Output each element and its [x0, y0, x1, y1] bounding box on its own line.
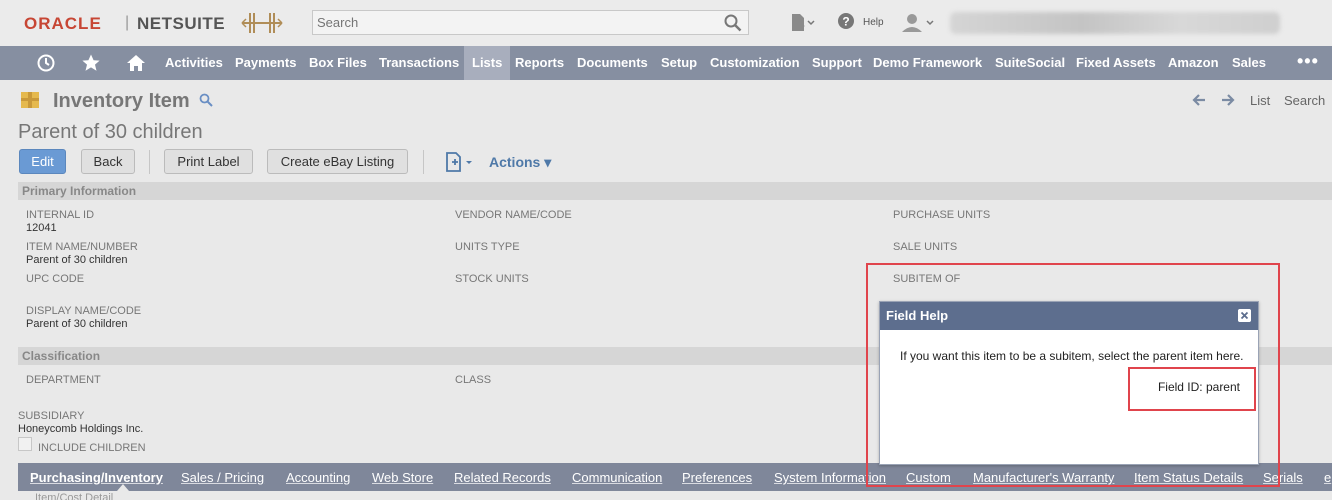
- oracle-logo[interactable]: ORACLE: [24, 14, 102, 34]
- nav-support[interactable]: Support: [812, 46, 862, 80]
- internal-id-label: INTERNAL ID: [26, 209, 95, 221]
- create-ebay-listing-button[interactable]: Create eBay Listing: [267, 149, 408, 174]
- display-name-label: DISPLAY NAME/CODE: [26, 305, 142, 317]
- logo-separator: |: [125, 14, 130, 31]
- subsidiary-label: SUBSIDIARY: [18, 410, 85, 422]
- highlight-box-field-id: [1128, 367, 1256, 411]
- nav-documents[interactable]: Documents: [577, 46, 648, 80]
- nav-amazon[interactable]: Amazon: [1168, 46, 1219, 80]
- section-primary-information[interactable]: Primary Information: [18, 182, 1332, 200]
- favorites-star-icon[interactable]: [81, 53, 101, 73]
- tab-preferences[interactable]: Preferences: [682, 470, 752, 485]
- nav-reports[interactable]: Reports: [515, 46, 564, 80]
- class-label: CLASS: [455, 374, 492, 386]
- units-type-label: UNITS TYPE: [455, 241, 520, 253]
- nav-box-files[interactable]: Box Files: [309, 46, 367, 80]
- vendor-name-label: VENDOR NAME/CODE: [455, 209, 572, 221]
- tab-accounting[interactable]: Accounting: [286, 470, 350, 485]
- nav-customization[interactable]: Customization: [710, 46, 800, 80]
- main-nav: Activities Payments Box Files Transactio…: [0, 46, 1332, 80]
- item-name-value: Parent of 30 children: [26, 254, 128, 266]
- top-header: ORACLE | NETSUITE ? Help: [0, 0, 1332, 46]
- actions-menu[interactable]: Actions ▾: [489, 154, 551, 171]
- print-label-button[interactable]: Print Label: [164, 149, 253, 174]
- upc-code-label: UPC CODE: [26, 273, 85, 285]
- nav-sales[interactable]: Sales: [1232, 46, 1266, 80]
- next-record-icon[interactable]: [1221, 93, 1235, 107]
- global-search[interactable]: [312, 10, 749, 35]
- new-record-dropdown-icon[interactable]: [444, 151, 474, 173]
- record-name: Parent of 30 children: [18, 121, 203, 143]
- inventory-item-icon: [21, 92, 39, 108]
- button-divider: [149, 150, 150, 174]
- include-children-checkbox[interactable]: [18, 437, 32, 451]
- button-divider: [423, 150, 424, 174]
- nav-fixed-assets[interactable]: Fixed Assets: [1076, 46, 1156, 80]
- search-link[interactable]: Search: [1284, 93, 1325, 108]
- item-name-label: ITEM NAME/NUMBER: [26, 241, 138, 253]
- page-title: Inventory Item: [53, 90, 190, 112]
- help-link[interactable]: Help: [863, 17, 884, 28]
- internal-id-value: 12041: [26, 222, 57, 234]
- nav-suitesocial[interactable]: SuiteSocial: [995, 46, 1065, 80]
- tab-overflow[interactable]: e: [1324, 470, 1331, 485]
- include-children-label: INCLUDE CHILDREN: [38, 442, 146, 454]
- account-info-redacted: [950, 12, 1280, 34]
- tab-purchasing-inventory[interactable]: Purchasing/Inventory: [30, 470, 163, 485]
- search-icon[interactable]: [724, 14, 742, 32]
- nav-more-menu[interactable]: •••: [1297, 46, 1319, 80]
- nav-setup[interactable]: Setup: [661, 46, 697, 80]
- nav-activities[interactable]: Activities: [165, 46, 223, 80]
- subsidiary-value: Honeycomb Holdings Inc.: [18, 423, 144, 435]
- search-icon[interactable]: [199, 93, 213, 107]
- company-logo-icon: [241, 13, 283, 33]
- nav-demo-framework[interactable]: Demo Framework: [873, 46, 982, 80]
- active-tab-indicator: [117, 484, 129, 491]
- tab-related-records[interactable]: Related Records: [454, 470, 551, 485]
- svg-text:?: ?: [842, 15, 849, 29]
- display-name-value: Parent of 30 children: [26, 318, 128, 330]
- sale-units-label: SALE UNITS: [893, 241, 958, 253]
- tab-sales-pricing[interactable]: Sales / Pricing: [181, 470, 264, 485]
- nav-payments[interactable]: Payments: [235, 46, 296, 80]
- user-avatar-icon[interactable]: [900, 12, 938, 34]
- search-input[interactable]: [313, 11, 713, 34]
- netsuite-logo[interactable]: NETSUITE: [137, 14, 225, 34]
- back-button[interactable]: Back: [81, 149, 135, 174]
- department-label: DEPARTMENT: [26, 374, 101, 386]
- recent-records-icon[interactable]: [789, 12, 815, 34]
- tab-web-store[interactable]: Web Store: [372, 470, 433, 485]
- stock-units-label: STOCK UNITS: [455, 273, 529, 285]
- tab-communication[interactable]: Communication: [572, 470, 662, 485]
- nav-lists[interactable]: Lists: [464, 46, 511, 80]
- purchase-units-label: PURCHASE UNITS: [893, 209, 991, 221]
- previous-record-icon[interactable]: [1192, 93, 1206, 107]
- nav-transactions[interactable]: Transactions: [379, 46, 459, 80]
- recent-history-icon[interactable]: [36, 53, 56, 73]
- list-link[interactable]: List: [1250, 93, 1270, 108]
- help-icon[interactable]: ?: [837, 12, 855, 30]
- subtab-item-cost-detail[interactable]: Item/Cost Detail: [35, 492, 113, 500]
- edit-button[interactable]: Edit: [19, 149, 66, 174]
- home-icon[interactable]: [126, 53, 146, 73]
